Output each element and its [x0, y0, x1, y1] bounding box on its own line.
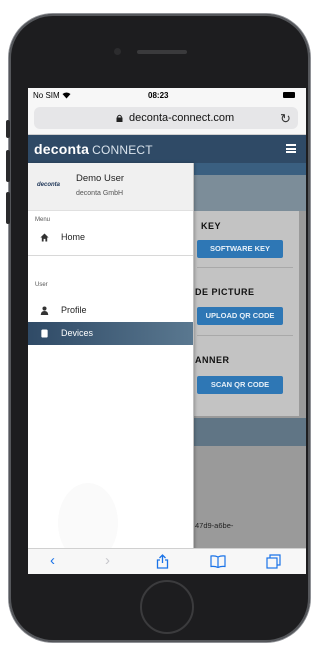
bookmarks-icon[interactable]: [210, 555, 226, 568]
nav-item-label: Profile: [61, 305, 87, 315]
phone-screen: No SIM 08:23 deconta-connect.com ↻ decon…: [28, 88, 306, 574]
scan-qr-code-button[interactable]: SCAN QR CODE: [197, 376, 283, 394]
section-picture-label: DE PICTURE: [195, 287, 255, 297]
app-header: deconta CONNECT: [28, 135, 306, 163]
brand-logo[interactable]: deconta CONNECT: [34, 141, 153, 157]
battery-icon: [283, 92, 295, 98]
nav-item-label: Devices: [61, 328, 94, 338]
back-icon[interactable]: ‹: [50, 552, 55, 569]
clock: 08:23: [148, 91, 169, 100]
browser-toolbar: ‹ ›: [28, 548, 306, 574]
status-bar: No SIM 08:23: [28, 88, 306, 104]
software-key-button[interactable]: SOFTWARE KEY: [197, 240, 283, 258]
nav-item-label: Home: [61, 232, 86, 242]
wifi-icon: [62, 92, 71, 99]
person-icon: [40, 306, 49, 315]
url-text: deconta-connect.com: [129, 112, 235, 124]
volume-up-button: [6, 150, 10, 182]
volume-down-button: [6, 192, 10, 224]
upload-qr-code-button[interactable]: UPLOAD QR CODE: [197, 307, 283, 325]
user-header: deconta Demo User deconta GmbH: [28, 163, 193, 211]
page-section-bar: [193, 418, 306, 446]
lock-icon: [116, 114, 123, 122]
home-icon: [40, 233, 49, 242]
forward-icon[interactable]: ›: [105, 552, 110, 569]
carrier-label: No SIM: [33, 91, 71, 100]
reload-icon[interactable]: ↻: [280, 111, 291, 127]
section-software-key-label: KEY: [201, 221, 222, 231]
divider: [197, 335, 293, 336]
company-logo: deconta: [37, 182, 61, 188]
mute-switch: [6, 120, 10, 138]
home-button[interactable]: [140, 580, 194, 634]
nav-item-home[interactable]: Home: [28, 226, 193, 249]
user-section-label: User: [35, 282, 48, 288]
device-id-fragment: 47d9-a6be-: [195, 521, 234, 530]
side-drawer: deconta Demo User deconta GmbH Menu Home…: [28, 163, 194, 563]
divider: [197, 267, 293, 268]
front-camera: [114, 48, 121, 55]
nav-item-profile[interactable]: Profile: [28, 299, 193, 322]
user-company: deconta GmbH: [76, 190, 124, 197]
divider: [28, 255, 193, 256]
page-card: KEY SOFTWARE KEY DE PICTURE UPLOAD QR CO…: [193, 211, 299, 416]
section-scanner-label: ANNER: [195, 355, 230, 365]
menu-section-label: Menu: [35, 217, 51, 223]
user-name: Demo User: [76, 173, 125, 184]
earpiece-speaker: [137, 50, 187, 54]
device-icon: [41, 329, 48, 338]
tabs-icon[interactable]: [266, 554, 281, 569]
address-bar[interactable]: deconta-connect.com ↻: [34, 107, 298, 129]
menu-icon[interactable]: [286, 144, 296, 153]
page-header-strip: [193, 163, 306, 175]
nav-item-devices[interactable]: Devices: [28, 322, 193, 345]
page-banner: [193, 175, 306, 211]
browser-address-area: deconta-connect.com ↻: [28, 104, 306, 135]
share-icon[interactable]: [156, 554, 169, 569]
